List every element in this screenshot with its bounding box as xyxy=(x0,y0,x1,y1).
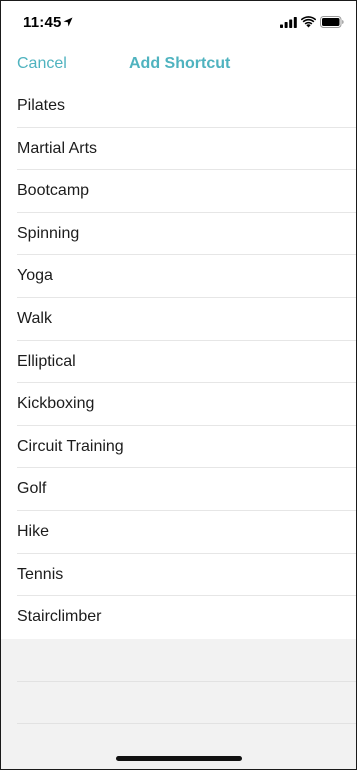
status-bar: 11:45 xyxy=(1,1,356,45)
location-arrow-icon xyxy=(63,17,73,27)
cellular-signal-icon xyxy=(280,17,297,28)
battery-icon xyxy=(320,16,344,28)
page-title: Add Shortcut xyxy=(129,55,231,72)
activity-list: Pilates Martial Arts Bootcamp Spinning Y… xyxy=(1,85,356,639)
divider xyxy=(17,681,356,682)
list-item-circuit-training[interactable]: Circuit Training xyxy=(1,426,356,469)
list-item-hike[interactable]: Hike xyxy=(1,511,356,554)
add-shortcut-screen: 11:45 Cancel Add Shortcut Pilates Martia… xyxy=(0,0,357,770)
list-item-elliptical[interactable]: Elliptical xyxy=(1,341,356,384)
list-item-bootcamp[interactable]: Bootcamp xyxy=(1,170,356,213)
cancel-button[interactable]: Cancel xyxy=(17,55,67,73)
nav-bar: Cancel Add Shortcut xyxy=(1,45,356,85)
list-item-martial-arts[interactable]: Martial Arts xyxy=(1,128,356,171)
list-item-tennis[interactable]: Tennis xyxy=(1,554,356,597)
list-item-yoga[interactable]: Yoga xyxy=(1,255,356,298)
list-item-pilates[interactable]: Pilates xyxy=(1,85,356,128)
wifi-icon xyxy=(301,16,316,28)
list-item-golf[interactable]: Golf xyxy=(1,468,356,511)
divider xyxy=(17,723,356,724)
list-item-stairclimber[interactable]: Stairclimber xyxy=(1,596,356,639)
empty-list-area xyxy=(1,639,356,769)
list-item-walk[interactable]: Walk xyxy=(1,298,356,341)
list-item-spinning[interactable]: Spinning xyxy=(1,213,356,256)
home-indicator[interactable] xyxy=(116,756,242,761)
list-item-kickboxing[interactable]: Kickboxing xyxy=(1,383,356,426)
status-time: 11:45 xyxy=(23,14,62,31)
